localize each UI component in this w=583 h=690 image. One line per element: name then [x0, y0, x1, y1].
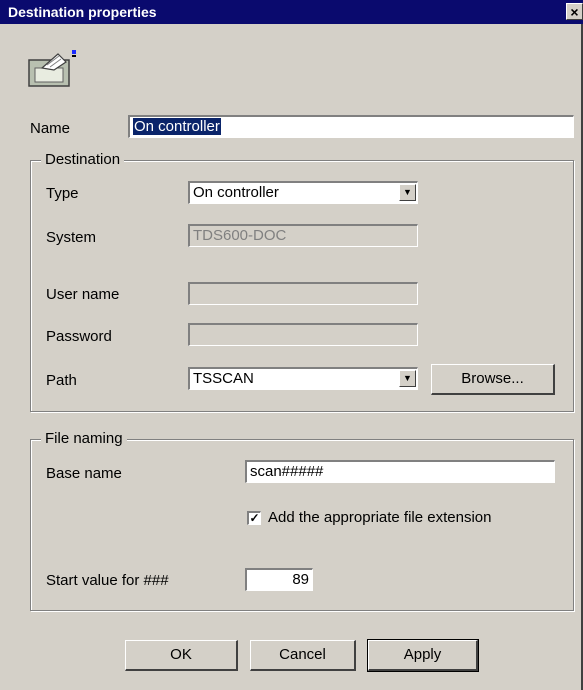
title-bar: Destination properties × [0, 0, 583, 24]
destination-legend: Destination [41, 151, 125, 168]
name-field[interactable]: On controller [128, 115, 574, 138]
close-button[interactable]: × [566, 3, 583, 20]
type-select[interactable]: On controller ▼ [188, 181, 418, 204]
name-field-value: On controller [133, 118, 221, 135]
apply-button[interactable]: Apply [367, 639, 479, 672]
password-field [188, 323, 418, 346]
window-title: Destination properties [8, 4, 157, 20]
start-value-label: Start value for ### [46, 572, 169, 589]
base-name-label: Base name [46, 465, 122, 482]
chevron-down-icon[interactable]: ▼ [399, 370, 416, 387]
system-label: System [46, 229, 97, 246]
type-select-value: On controller [193, 184, 279, 201]
type-label: Type [46, 185, 79, 202]
checkmark-icon: ✓ [249, 511, 260, 525]
chevron-down-icon[interactable]: ▼ [399, 184, 416, 201]
file-naming-legend: File naming [41, 430, 127, 447]
start-value-field[interactable]: 89 [245, 568, 313, 591]
system-field-value: TDS600-DOC [193, 227, 287, 244]
path-select[interactable]: TSSCAN ▼ [188, 367, 418, 390]
extension-checkbox[interactable]: ✓ [247, 511, 261, 525]
password-label: Password [46, 328, 112, 345]
system-field: TDS600-DOC [188, 224, 418, 247]
ok-button[interactable]: OK [125, 640, 238, 671]
path-select-value: TSSCAN [193, 370, 254, 387]
path-label: Path [46, 372, 77, 389]
start-value-value: 89 [292, 571, 309, 588]
base-name-field[interactable]: scan##### [245, 460, 555, 483]
cancel-button[interactable]: Cancel [250, 640, 356, 671]
extension-label[interactable]: Add the appropriate file extension [268, 509, 491, 526]
base-name-value: scan##### [250, 463, 324, 480]
document-tray-icon [28, 50, 76, 87]
username-label: User name [46, 286, 120, 303]
browse-button[interactable]: Browse... [431, 364, 555, 395]
username-field [188, 282, 418, 305]
name-label: Name [30, 120, 71, 137]
